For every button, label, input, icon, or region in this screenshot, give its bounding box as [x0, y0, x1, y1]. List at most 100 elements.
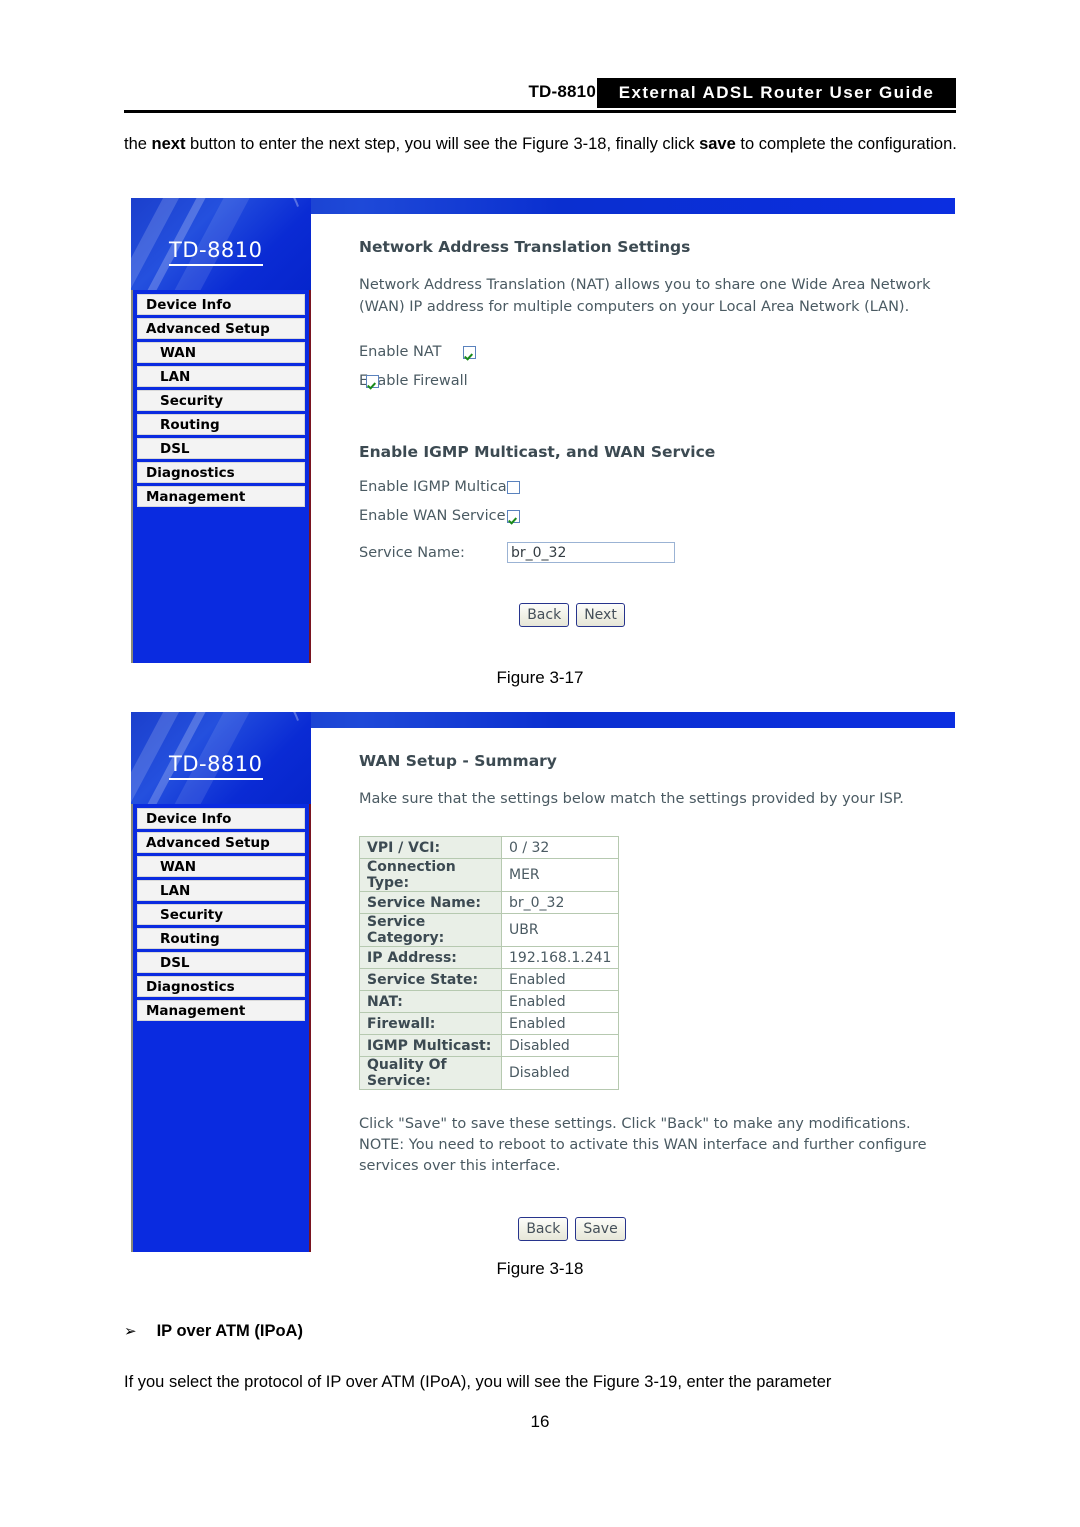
router-sidebar: Device Info Advanced Setup WAN LAN Secur… [131, 290, 311, 663]
table-row: Quality Of Service: Disabled [359, 1056, 620, 1090]
figure-3-17-caption: Figure 3-17 [496, 668, 584, 687]
wan-summary-heading: WAN Setup - Summary [359, 752, 557, 770]
enable-nat-label: Enable NAT [359, 344, 442, 360]
row-key: Quality Of Service: [359, 1056, 502, 1090]
nat-settings-heading: Network Address Translation Settings [359, 238, 691, 256]
figure-3-17-screenshot: TD-8810 Device Info Advanced Setup WAN L… [131, 198, 955, 663]
nat-settings-content: Network Address Translation Settings Net… [317, 220, 955, 663]
sidebar-item-lan[interactable]: LAN [137, 880, 305, 901]
enable-wan-service-row: Enable WAN Service [359, 508, 945, 524]
row-value: Disabled [500, 1034, 620, 1057]
row-key: VPI / VCI: [359, 836, 502, 859]
row-value: br_0_32 [500, 891, 620, 914]
sidebar-item-diagnostics[interactable]: Diagnostics [137, 462, 305, 483]
enable-igmp-label: Enable IGMP Multicast [359, 479, 520, 495]
row-key: IGMP Multicast: [359, 1034, 502, 1057]
back-button[interactable]: Back [518, 1217, 569, 1241]
sidebar-item-management[interactable]: Management [137, 486, 305, 507]
table-row: IP Address: 192.168.1.241 [359, 946, 620, 969]
intro-paragraph: the next button to enter the next step, … [124, 128, 964, 161]
wan-summary-content: WAN Setup - Summary Make sure that the s… [317, 734, 955, 1252]
sidebar-item-management[interactable]: Management [137, 1000, 305, 1021]
page-number: 16 [530, 1412, 550, 1431]
igmp-wan-heading: Enable IGMP Multicast, and WAN Service [359, 443, 716, 461]
back-button[interactable]: Back [519, 603, 570, 627]
row-value: UBR [500, 913, 620, 947]
sidebar-item-wan[interactable]: WAN [137, 342, 305, 363]
sidebar-item-routing[interactable]: Routing [137, 928, 305, 949]
sidebar-item-device-info[interactable]: Device Info [137, 294, 305, 315]
enable-firewall-row: Enable Firewall [359, 373, 468, 389]
figure-3-18-caption: Figure 3-18 [496, 1259, 584, 1278]
sidebar-item-diagnostics[interactable]: Diagnostics [137, 976, 305, 997]
sidebar-item-security[interactable]: Security [137, 390, 305, 411]
router-logo-panel: TD-8810 [131, 712, 311, 804]
sidebar-item-device-info[interactable]: Device Info [137, 808, 305, 829]
router-logo-text: TD-8810 [169, 752, 263, 780]
row-key: Connection Type: [359, 858, 502, 892]
sidebar-item-dsl[interactable]: DSL [137, 438, 305, 459]
wan-summary-description: Make sure that the settings below match … [359, 791, 904, 807]
sidebar-item-routing[interactable]: Routing [137, 414, 305, 435]
nat-settings-description: Network Address Translation (NAT) allows… [359, 277, 931, 315]
note-line-1: Click "Save" to save these settings. Cli… [359, 1116, 911, 1132]
table-row: NAT: Enabled [359, 990, 620, 1013]
intro-text-1: the [124, 135, 152, 153]
enable-nat-row: Enable NAT [359, 344, 945, 360]
row-key: Service Name: [359, 891, 502, 914]
note-line-2: NOTE: You need to reboot to activate thi… [359, 1137, 927, 1174]
intro-bold-next: next [151, 135, 186, 153]
router-logo-text: TD-8810 [169, 238, 263, 266]
bullet-arrow-icon: ➢ [124, 1323, 137, 1340]
header-model-name: TD-8810 [528, 82, 596, 101]
bullet-ip-over-atm: ➢ IP over ATM (IPoA) [124, 1322, 303, 1341]
sidebar-item-advanced-setup[interactable]: Advanced Setup [137, 318, 305, 339]
table-row: Service State: Enabled [359, 968, 620, 991]
enable-igmp-row: Enable IGMP Multicast [359, 479, 945, 495]
sidebar-item-wan[interactable]: WAN [137, 856, 305, 877]
save-button[interactable]: Save [575, 1217, 626, 1241]
tail-paragraph: If you select the protocol of IP over AT… [124, 1373, 832, 1391]
wan-summary-table: VPI / VCI: 0 / 32 Connection Type: MER S… [359, 836, 620, 1090]
table-row: Connection Type: MER [359, 858, 620, 892]
row-value: Enabled [500, 990, 620, 1013]
header-title-banner: External ADSL Router User Guide [597, 78, 956, 108]
sidebar-item-security[interactable]: Security [137, 904, 305, 925]
figure-3-18-screenshot: TD-8810 Device Info Advanced Setup WAN L… [131, 712, 955, 1252]
row-value: 0 / 32 [500, 836, 620, 859]
router-sidebar: Device Info Advanced Setup WAN LAN Secur… [131, 804, 311, 1252]
row-key: NAT: [359, 990, 502, 1013]
router-logo-panel: TD-8810 [131, 198, 311, 290]
intro-text-2: button to enter the next step, you will … [185, 135, 700, 153]
next-button[interactable]: Next [576, 603, 625, 627]
row-value: Enabled [500, 968, 620, 991]
sidebar-item-lan[interactable]: LAN [137, 366, 305, 387]
row-key: Firewall: [359, 1012, 502, 1035]
sidebar-item-advanced-setup[interactable]: Advanced Setup [137, 832, 305, 853]
sidebar-item-dsl[interactable]: DSL [137, 952, 305, 973]
enable-igmp-checkbox[interactable] [507, 480, 520, 494]
row-key: Service State: [359, 968, 502, 991]
table-row: Firewall: Enabled [359, 1012, 620, 1035]
row-key: IP Address: [359, 946, 502, 969]
enable-wan-service-checkbox[interactable] [507, 509, 520, 523]
enable-nat-checkbox[interactable] [463, 345, 476, 359]
row-value: 192.168.1.241 [500, 946, 620, 969]
intro-text-3: to complete the configuration. [735, 135, 957, 153]
table-row: IGMP Multicast: Disabled [359, 1034, 620, 1057]
row-value: Disabled [500, 1056, 620, 1090]
figure-18-button-row: Back Save [359, 1217, 945, 1241]
service-name-input[interactable]: br_0_32 [507, 542, 675, 563]
row-value: Enabled [500, 1012, 620, 1035]
document-header: TD-8810 External ADSL Router User Guide [124, 78, 956, 114]
table-row: Service Category: UBR [359, 913, 620, 947]
header-rule [124, 110, 956, 113]
row-key: Service Category: [359, 913, 502, 947]
enable-firewall-checkbox[interactable] [366, 374, 379, 388]
wan-summary-note: Click "Save" to save these settings. Cli… [359, 1114, 945, 1177]
table-row: VPI / VCI: 0 / 32 [359, 836, 620, 859]
table-row: Service Name: br_0_32 [359, 891, 620, 914]
intro-bold-save: save [699, 135, 736, 153]
enable-wan-service-label: Enable WAN Service [359, 508, 506, 524]
service-name-row: Service Name: br_0_32 [359, 542, 945, 563]
